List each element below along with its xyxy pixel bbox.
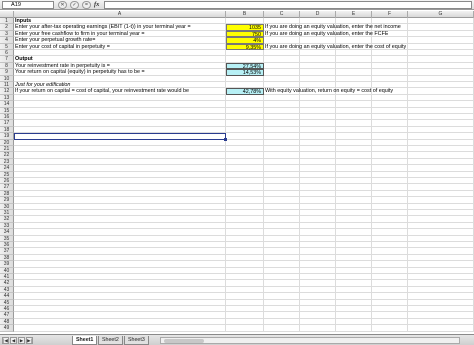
last-sheet-icon[interactable]: ▶| [26, 337, 33, 344]
column-header-a[interactable]: A [14, 11, 226, 18]
confirm-icon[interactable]: ✓ [70, 1, 79, 9]
note-text: If you are doing an equity valuation, en… [265, 43, 407, 50]
formula-bar: A19 ✕ ✓ = fx [0, 0, 474, 10]
sheet-tab-sheet3[interactable]: Sheet3 [124, 336, 149, 345]
name-box[interactable]: A19 [2, 1, 54, 9]
column-header-c[interactable]: C [264, 11, 300, 18]
formula-input[interactable] [104, 1, 472, 9]
cell-e49[interactable] [336, 325, 372, 332]
output-value-cell[interactable]: 14,53% [226, 69, 264, 76]
cell-c49[interactable] [264, 325, 300, 332]
column-header-b[interactable]: B [226, 11, 264, 18]
next-sheet-icon[interactable]: ▶ [18, 337, 25, 344]
input-value-cell[interactable]: 9,35% [226, 43, 264, 51]
fx-label: fx [94, 1, 100, 8]
cell-label: If your return on capital = cost of capi… [15, 88, 189, 95]
spreadsheet-grid[interactable]: ABCDEFG 1 Inputs 2 Enter your after-tax ope… [0, 11, 474, 334]
cancel-icon[interactable]: ✕ [58, 1, 67, 9]
note-text: If you are doing an equity valuation, en… [265, 30, 389, 37]
note-text: With equity valuation, return on equity … [265, 88, 394, 95]
prev-sheet-icon[interactable]: ◀ [10, 337, 17, 344]
cell-g49[interactable] [408, 325, 474, 332]
selected-cell-outline[interactable] [14, 132, 227, 141]
output-value-cell[interactable]: 42,78% [226, 88, 264, 95]
cell-f49[interactable] [372, 325, 408, 332]
sheet-row: 49 [0, 325, 474, 332]
cell-a49[interactable] [14, 325, 226, 332]
row-header[interactable]: 49 [0, 325, 14, 332]
sheet-row: 5 Enter your cost of capital in perpetuit… [0, 43, 474, 51]
cell-d49[interactable] [300, 325, 336, 332]
sheet-tab-sheet1[interactable]: Sheet1 [72, 336, 98, 345]
cell-b49[interactable] [226, 325, 264, 332]
fill-handle[interactable] [224, 137, 227, 141]
scrollbar-thumb[interactable] [164, 339, 204, 343]
sheet-tab-sheet2[interactable]: Sheet2 [98, 336, 123, 345]
select-all-corner[interactable] [0, 11, 14, 18]
column-header-d[interactable]: D [300, 11, 336, 18]
cell-label: Your return on capital (equity) in perpe… [15, 69, 145, 76]
function-wizard-icon[interactable]: = [82, 1, 91, 9]
column-header-g[interactable]: G [408, 11, 474, 18]
first-sheet-icon[interactable]: |◀ [2, 337, 9, 344]
horizontal-scrollbar[interactable] [160, 337, 460, 344]
cell-label: Enter your cost of capital in perpetuity… [15, 43, 110, 50]
column-header-bar: ABCDEFG [0, 11, 474, 18]
column-header-e[interactable]: E [336, 11, 372, 18]
column-header-f[interactable]: F [372, 11, 408, 18]
sheet-tab-bar: |◀ ◀ ▶ ▶| Sheet1 Sheet2 Sheet3 [0, 334, 474, 345]
